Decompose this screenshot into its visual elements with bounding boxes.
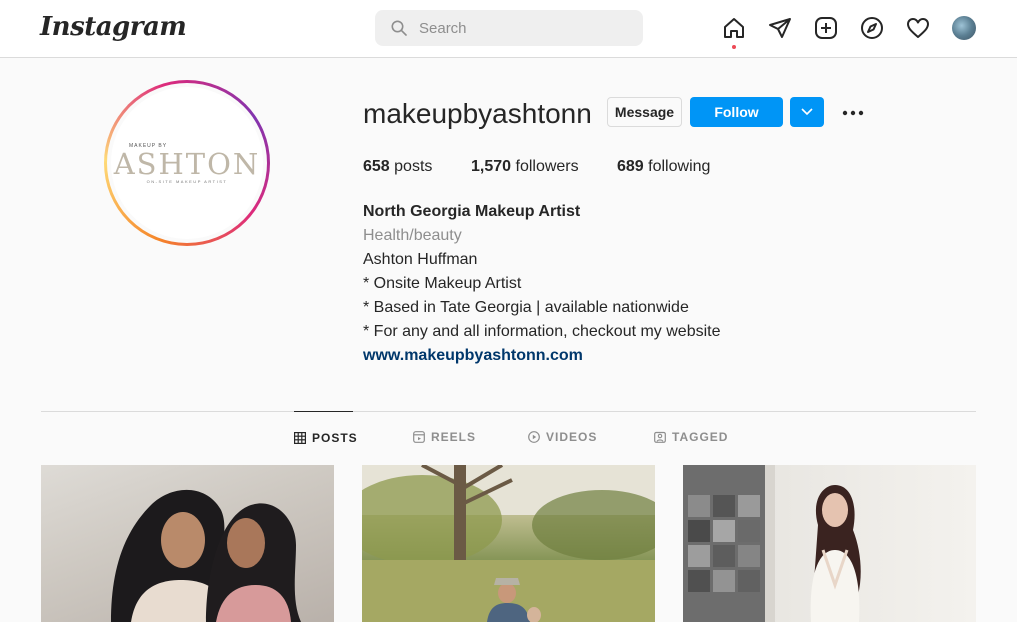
explore-icon[interactable] (858, 14, 886, 42)
bio-name: North Georgia Makeup Artist (363, 203, 581, 220)
notification-dot (732, 45, 736, 49)
bio-line: * For any and all information, checkout … (363, 323, 721, 340)
posts-count: 658 posts (363, 158, 432, 176)
profile-picture: MAKEUP BY ASHTON ON-SITE MAKEUP ARTIST (107, 83, 267, 243)
search-box[interactable] (375, 10, 643, 46)
following-label: following (648, 158, 711, 175)
post-thumbnail[interactable] (41, 465, 334, 622)
tagged-icon (654, 431, 666, 443)
profile-picture-ring[interactable]: MAKEUP BY ASHTON ON-SITE MAKEUP ARTIST (104, 80, 270, 246)
followers-number: 1,570 (471, 158, 512, 175)
bio-website-link[interactable]: www.makeupbyashtonn.com (363, 344, 583, 368)
direct-icon[interactable] (766, 14, 794, 42)
tab-tagged[interactable]: TAGGED (654, 411, 728, 463)
reels-icon (413, 431, 425, 443)
followers-label: followers (515, 158, 579, 175)
more-options-button[interactable] (838, 100, 868, 124)
tab-videos[interactable]: VIDEOS (528, 411, 597, 463)
tabs-divider (41, 411, 976, 412)
message-button[interactable]: Message (607, 97, 682, 127)
profile-pic-tagline: ON-SITE MAKEUP ARTIST (146, 178, 228, 184)
suggested-dropdown-button[interactable] (790, 97, 824, 127)
following-count[interactable]: 689 following (617, 158, 710, 176)
tab-reels-label: REELS (431, 430, 477, 444)
tab-posts[interactable]: POSTS (294, 411, 357, 463)
profile-avatar[interactable] (952, 16, 976, 40)
followers-count[interactable]: 1,570 followers (471, 158, 579, 176)
bio-line: * Onsite Makeup Artist (363, 275, 522, 292)
search-input[interactable] (419, 10, 634, 46)
search-icon (391, 20, 407, 36)
profile-username: makeupbyashtonn (363, 98, 592, 129)
ellipsis-icon (842, 103, 864, 121)
follow-button[interactable]: Follow (690, 97, 783, 127)
profile-pic-brand: ASHTON (113, 146, 261, 181)
posts-number: 658 (363, 158, 390, 175)
tab-tagged-label: TAGGED (672, 430, 729, 444)
post-image (683, 465, 861, 622)
instagram-logo[interactable]: Instagram (40, 12, 187, 42)
video-icon (528, 431, 540, 443)
tab-posts-label: POSTS (312, 430, 358, 445)
activity-heart-icon[interactable] (904, 14, 932, 42)
home-icon[interactable] (720, 14, 748, 49)
top-navbar: Instagram (0, 0, 1017, 58)
posts-label: posts (394, 158, 433, 175)
post-image (362, 465, 655, 622)
tab-reels[interactable]: REELS (413, 411, 476, 463)
following-number: 689 (617, 158, 644, 175)
new-post-icon[interactable] (812, 14, 840, 42)
bio-line: * Based in Tate Georgia | available nati… (363, 299, 689, 316)
grid-icon (294, 431, 306, 444)
bio-category: Health/beauty (363, 227, 462, 244)
chevron-down-icon (801, 103, 813, 121)
post-image (111, 489, 301, 622)
tab-videos-label: VIDEOS (546, 430, 598, 444)
post-thumbnail[interactable] (683, 465, 976, 622)
post-thumbnail[interactable] (362, 465, 655, 622)
bio-line: Ashton Huffman (363, 251, 478, 268)
